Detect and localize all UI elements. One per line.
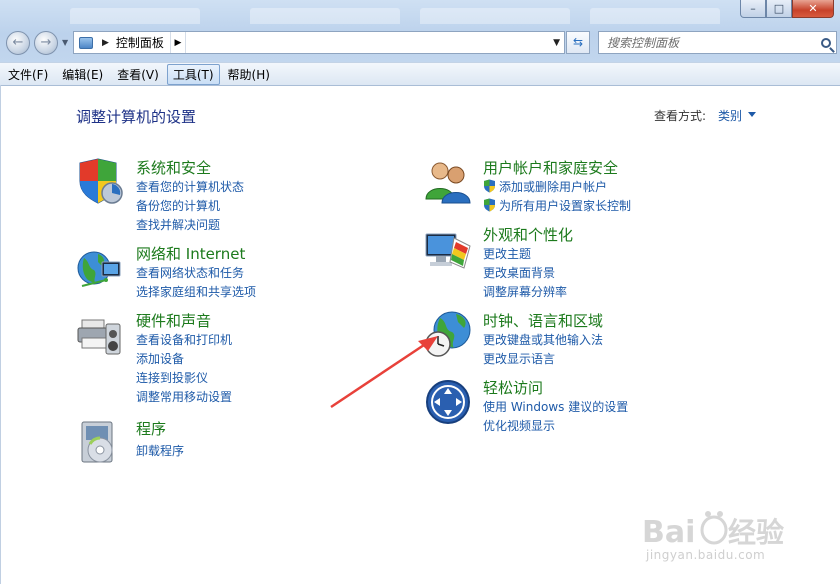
annotation-arrow [330, 336, 438, 409]
watermark-url: jingyan.baidu.com [646, 548, 766, 562]
svg-text:经验: 经验 [728, 516, 784, 549]
svg-text:Bai: Bai [642, 515, 695, 550]
